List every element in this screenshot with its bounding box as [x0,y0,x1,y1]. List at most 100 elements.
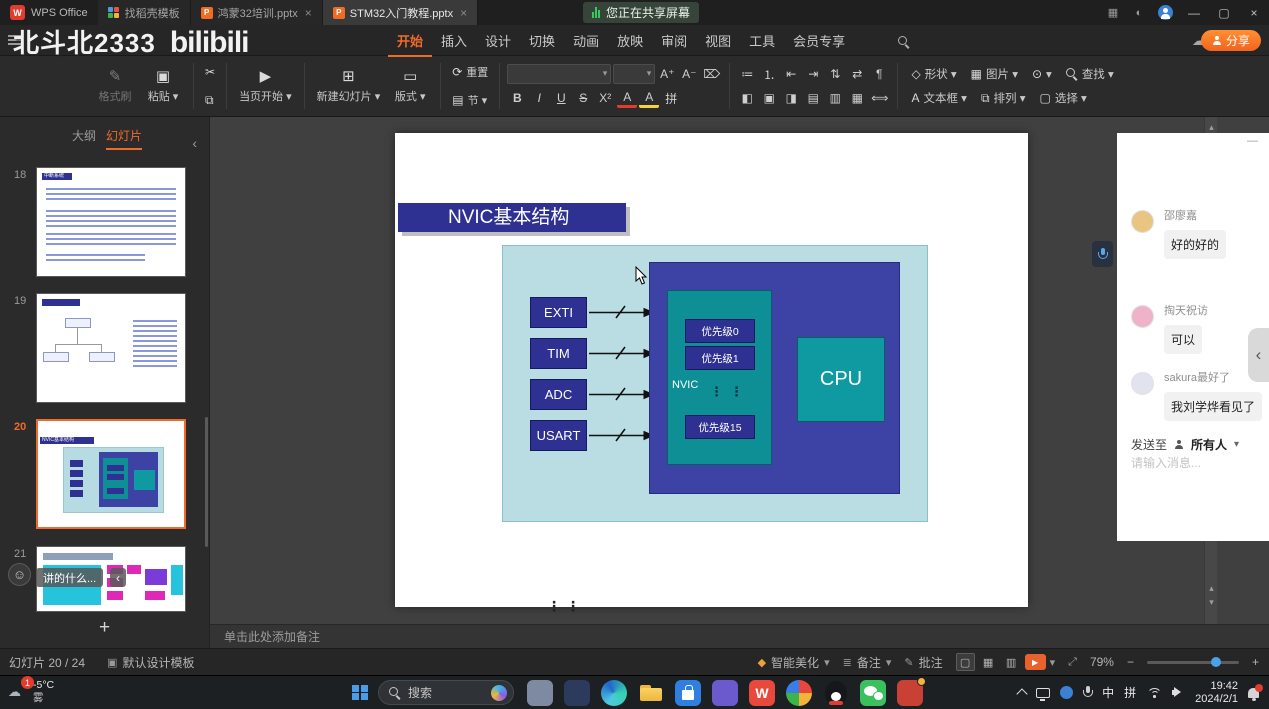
tray-app-icon[interactable] [1060,686,1073,699]
strikethrough-button[interactable]: S [573,88,593,108]
zoom-slider[interactable] [1147,661,1239,664]
select-button[interactable]: ▢选择 ▾ [1033,88,1092,108]
paragraph-mark-button[interactable]: ¶ [869,64,889,84]
menu-切换[interactable]: 切换 [520,24,564,57]
paste-button[interactable]: ▣粘贴 ▾ [140,60,186,112]
font-increase-button[interactable]: A⁺ [657,64,677,84]
tray-expand-icon[interactable] [1016,688,1027,699]
photos-icon[interactable] [786,680,812,706]
chat-expand-handle[interactable] [1248,328,1269,382]
reading-view-button[interactable] [1002,653,1021,671]
danmaku-collapse-button[interactable] [110,568,126,587]
audience-selector[interactable]: 所有人 [1191,436,1227,453]
superscript-button[interactable]: X² [595,88,615,108]
emoji-toggle-button[interactable] [8,563,31,586]
zoom-slider-thumb[interactable] [1211,657,1221,667]
reset-button[interactable]: ⟳重置 [448,60,492,84]
menu-插入[interactable]: 插入 [432,24,476,57]
app-violet-icon[interactable] [712,680,738,706]
template-indicator[interactable]: 默认设计模板 [107,654,194,671]
slide-title[interactable]: NVIC基本结构 [398,203,626,232]
fit-slide-button[interactable] [1068,656,1077,669]
new-slide-button[interactable]: ⊞新建幻灯片 ▾ [312,60,386,112]
slideshow-button[interactable] [1025,654,1046,670]
collapse-panel-icon[interactable] [192,135,197,151]
italic-button[interactable]: I [529,88,549,108]
add-slide-button[interactable]: + [0,617,209,639]
ime-scheme-indicator[interactable]: 拼 [1124,684,1136,701]
text-direction-button[interactable]: ⇄ [847,64,867,84]
underline-button[interactable]: U [551,88,571,108]
display-icon[interactable] [1036,688,1050,698]
decrease-indent-button[interactable]: ⇤ [781,64,801,84]
qq-icon[interactable] [823,680,849,706]
slide-thumbnail-18[interactable]: 中断系统 [36,167,186,277]
microphone-button[interactable] [1092,241,1113,267]
workspace-icon[interactable] [1100,6,1126,19]
microsoft-edge-icon[interactable] [601,680,627,706]
menu-审阅[interactable]: 审阅 [652,24,696,57]
notifications-bell-icon[interactable] [1248,688,1259,698]
ribbon-search-icon[interactable] [898,35,910,53]
copy-button[interactable]: ⧉ [201,88,219,112]
chat-minimize-icon[interactable] [1247,135,1258,147]
tab-outline[interactable]: 大纲 [72,127,96,148]
close-tab-icon[interactable] [460,6,467,20]
columns-button[interactable]: ▦ [847,88,867,108]
font-size-select[interactable]: ▾ [613,64,655,84]
picture-button[interactable]: ▦图片 ▾ [965,64,1024,84]
menu-动画[interactable]: 动画 [564,24,608,57]
menu-工具[interactable]: 工具 [740,24,784,57]
increase-indent-button[interactable]: ⇥ [803,64,823,84]
weather-widget[interactable]: 1 -5°C 雾 [8,679,54,705]
app-dark-blue-icon[interactable] [564,680,590,706]
ime-language-indicator[interactable]: 中 [1102,684,1114,701]
smart-tools-button[interactable]: ⊙▾ [1026,65,1058,83]
user-avatar[interactable] [1131,305,1154,328]
clear-format-button[interactable]: ⌦ [701,64,722,84]
find-replace-button[interactable]: 查找 ▾ [1060,64,1120,84]
document-tab-3[interactable]: PSTM32入门教程.pptx [323,0,478,25]
paragraph-settings-button[interactable]: ⟺ [869,88,890,108]
text-highlight-button[interactable]: A [639,88,659,108]
zoom-out-button[interactable]: − [1127,655,1134,669]
font-color-button[interactable]: A [617,88,637,108]
wechat-icon[interactable] [860,680,886,706]
skin-icon[interactable]: ◐ [1126,7,1152,19]
close-button[interactable] [1239,0,1269,25]
align-right-button[interactable]: ◨ [781,88,801,108]
next-slide-icon[interactable] [1205,596,1218,608]
normal-view-button[interactable] [956,653,975,671]
text-box-button[interactable]: A文本框 ▾ [905,88,972,108]
notes-toggle-button[interactable]: 备注 [843,654,892,671]
tray-mic-icon[interactable] [1083,686,1092,699]
numbered-list-button[interactable]: ⒈ [759,64,779,84]
document-tab-2[interactable]: P鸿蒙32培训.pptx [191,0,323,25]
slide-thumbnail-20[interactable]: NVIC基本结构 [36,419,186,529]
document-tab-1[interactable]: 找稻壳模板 [98,0,191,25]
wps-brand[interactable]: W WPS Office [0,0,98,25]
align-left-button[interactable]: ◧ [737,88,757,108]
arrange-button[interactable]: ⧉排列 ▾ [975,88,1032,108]
user-avatar[interactable] [1131,372,1154,395]
slide-thumbnail-19[interactable] [36,293,186,403]
close-tab-icon[interactable] [305,6,312,20]
menu-开始[interactable]: 开始 [388,24,432,57]
app-gray-blue-icon[interactable] [527,680,553,706]
slide-sorter-button[interactable] [979,653,998,671]
slide-layout-button[interactable]: ▭版式 ▾ [387,60,433,112]
start-button[interactable] [352,685,368,701]
cpu-box[interactable]: CPU [797,337,885,422]
notes-bar[interactable]: 单击此处添加备注 [210,624,1269,648]
align-center-button[interactable]: ▣ [759,88,779,108]
volume-icon[interactable] [1172,687,1185,698]
play-from-current-button[interactable]: ▶当页开始 ▾ [234,60,297,112]
scroll-up-icon[interactable] [1205,121,1218,133]
nvic-container[interactable]: 优先级0 优先级1 NVIC 优先级15 CPU [649,262,900,494]
minimize-button[interactable] [1179,0,1209,25]
menu-设计[interactable]: 设计 [476,24,520,57]
nvic-diagram[interactable]: EXTI TIM ADC USART [502,245,928,522]
menu-放映[interactable]: 放映 [608,24,652,57]
smart-beautify-button[interactable]: 智能美化 [758,654,830,671]
slideshow-options-icon[interactable] [1050,656,1056,669]
